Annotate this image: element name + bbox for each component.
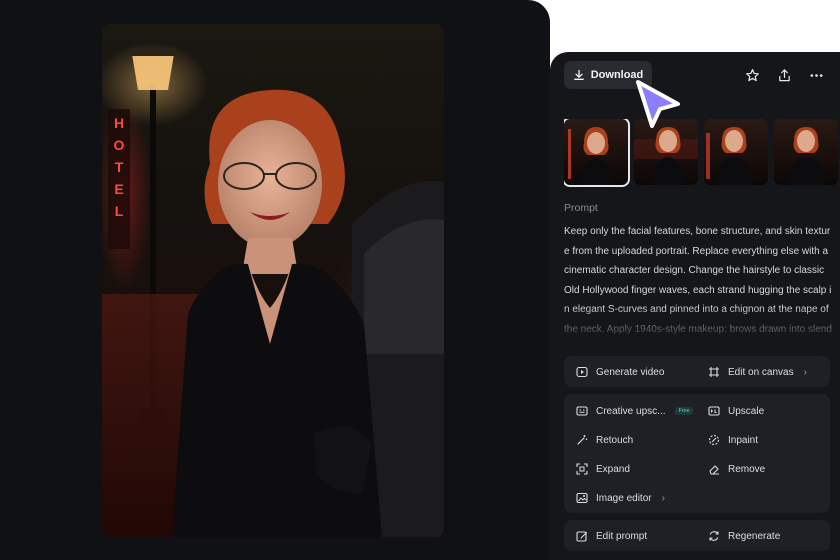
thumbnail-3[interactable] bbox=[704, 119, 768, 185]
star-icon bbox=[745, 68, 759, 81]
generate-video-label: Generate video bbox=[596, 366, 665, 378]
prompt-text: Keep only the facial features, bone stru… bbox=[564, 226, 832, 335]
regenerate-button[interactable]: Regenerate bbox=[708, 527, 780, 545]
image-editor-button[interactable]: Image editor › bbox=[576, 489, 665, 507]
upscale-button[interactable]: Upscale bbox=[708, 402, 764, 420]
face bbox=[218, 120, 322, 248]
inpaint-button[interactable]: Inpaint bbox=[708, 431, 758, 449]
portrait-illustration: H O T E L bbox=[102, 48, 444, 537]
cursor-arrow-icon bbox=[636, 80, 680, 128]
mouse-pointer bbox=[632, 78, 682, 137]
expand-icon bbox=[576, 463, 588, 475]
svg-text:L: L bbox=[115, 203, 124, 219]
retouch-button[interactable]: Retouch bbox=[576, 431, 633, 449]
edit-prompt-label: Edit prompt bbox=[596, 530, 648, 542]
upscale-icon bbox=[708, 405, 720, 417]
remove-label: Remove bbox=[728, 463, 766, 475]
image-canvas: H O T E L bbox=[0, 0, 550, 560]
lamp-light bbox=[132, 54, 174, 90]
generate-video-button[interactable]: Generate video bbox=[576, 363, 664, 381]
edit-icon bbox=[576, 530, 588, 542]
more-icon bbox=[810, 73, 822, 77]
refresh-icon bbox=[708, 530, 720, 542]
image-details-panel: Download Prompt Keep only the facial fea… bbox=[550, 52, 840, 560]
thumbnail-1[interactable] bbox=[564, 119, 630, 187]
svg-text:T: T bbox=[115, 159, 124, 175]
image-editor-label: Image editor bbox=[596, 492, 652, 504]
edit-on-canvas-button[interactable]: Edit on canvas › bbox=[708, 363, 807, 381]
creative-upscale-icon bbox=[576, 405, 588, 417]
more-options-button[interactable] bbox=[807, 66, 825, 84]
image-editor-icon bbox=[576, 492, 588, 504]
thumbnail-image bbox=[568, 127, 614, 185]
upscale-label: Upscale bbox=[728, 405, 765, 417]
share-button[interactable] bbox=[775, 66, 793, 84]
creative-upscale-label: Creative upsc... bbox=[596, 405, 666, 417]
free-badge: Free bbox=[675, 407, 693, 415]
prompt-actions-group: Edit prompt Regenerate bbox=[564, 520, 830, 551]
primary-actions-group: Generate video Edit on canvas › bbox=[564, 356, 830, 387]
svg-text:O: O bbox=[114, 137, 125, 153]
inpaint-label: Inpaint bbox=[728, 434, 759, 446]
thumbnail-image bbox=[788, 127, 824, 185]
prompt-label: Prompt bbox=[564, 202, 598, 214]
expand-label: Expand bbox=[596, 463, 630, 475]
regenerate-label: Regenerate bbox=[728, 530, 781, 542]
creative-upscale-button[interactable]: Creative upsc... Free bbox=[576, 402, 693, 420]
thumbnail-4[interactable] bbox=[774, 119, 838, 185]
remove-button[interactable]: Remove bbox=[708, 460, 765, 478]
download-icon bbox=[573, 69, 584, 80]
inpaint-icon bbox=[708, 434, 720, 446]
expand-button[interactable]: Expand bbox=[576, 460, 630, 478]
generated-image[interactable]: H O T E L bbox=[102, 24, 444, 537]
svg-text:E: E bbox=[114, 181, 123, 197]
favorite-button[interactable] bbox=[743, 66, 761, 84]
retouch-label: Retouch bbox=[596, 434, 634, 446]
edit-on-canvas-label: Edit on canvas bbox=[728, 366, 794, 378]
edit-prompt-button[interactable]: Edit prompt bbox=[576, 527, 647, 545]
chevron-right-icon: › bbox=[661, 492, 665, 504]
variation-thumbnails bbox=[564, 119, 840, 187]
canvas-icon bbox=[708, 366, 720, 378]
chevron-right-icon: › bbox=[803, 366, 807, 378]
magic-wand-icon bbox=[576, 434, 588, 446]
thumbnail-image bbox=[706, 127, 752, 185]
share-icon bbox=[778, 68, 790, 81]
eraser-icon bbox=[708, 463, 720, 475]
play-icon bbox=[576, 366, 588, 378]
editing-tools-group: Creative upsc... Free Upscale Retouch In… bbox=[564, 394, 830, 513]
sign-letter: H bbox=[114, 115, 124, 131]
